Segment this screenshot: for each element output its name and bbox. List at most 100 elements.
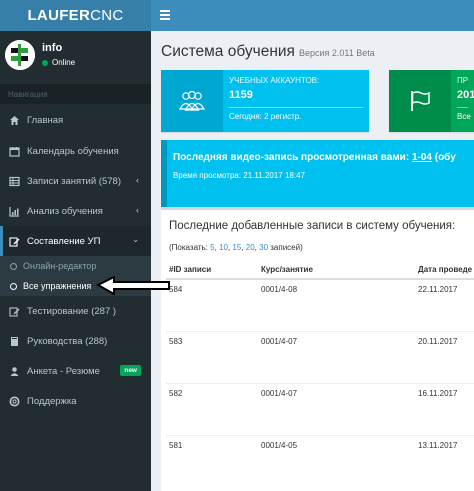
brand-logo[interactable]: LAUFER CNC [0,0,151,31]
page-size-link[interactable]: 10 [219,243,228,252]
table-cell: 13.11.2017 [415,434,474,487]
table-cell: 16.11.2017 [415,382,474,435]
table-row[interactable]: 584 0001/4-08 22.11.2017 [166,278,474,331]
sidebar-item-label: Главная [27,114,64,126]
table-row[interactable]: 583 0001/4-07 20.11.2017 [166,330,474,383]
chevron-left-icon: ‹ [136,205,139,215]
main-content: Система обучения Версия 2.011 Beta УЧЕБНЫ… [151,31,474,491]
user-icon [8,365,20,377]
info-box-desc: Все [457,112,471,121]
sidebar-item-guides[interactable]: Руководства (288) [0,326,151,356]
submenu-item-label: Все упражнения [23,281,92,291]
records-title: Последние добавленные записи в систему о… [169,220,456,232]
page-size-link[interactable]: 30 [259,243,268,252]
table-row[interactable]: 581 0001/4-05 13.11.2017 [166,434,474,487]
info-box-desc: Сегодня: 2 регистр. [229,112,302,121]
table-row[interactable]: 582 0001/4-07 16.11.2017 [166,382,474,435]
callout-video-link[interactable]: 1-04 [412,152,432,163]
records-page-size: (Показать: 5, 10, 15, 20, 30 записей) [169,243,303,252]
info-box-number: 201 [457,89,474,101]
sidebar-item-label: Поддержка [27,395,77,407]
home-icon [8,114,20,126]
info-box-label: ПР [457,76,469,85]
table-cell: 584 [166,278,258,331]
sidebar-item-label: Составление УП [27,235,101,247]
page-title-text: Система обучения [161,43,295,60]
sidebar-item-analysis[interactable]: Анализ обучения ‹ [0,196,151,226]
sidebar-item-label: Анкета - Резюме [27,365,100,377]
sidebar-item-label: Анализ обучения [27,205,103,217]
sidebar-item-resume[interactable]: Анкета - Резюме new [0,356,151,386]
recent-records-box: Последние добавленные записи в систему о… [161,207,474,491]
table-cell: 582 [166,382,258,435]
support-icon [8,395,20,407]
sidebar-item-label: Записи занятий (578) [27,175,121,187]
callout-subtitle: Время просмотра: 21.11.2017 18:47 [173,171,305,180]
hamburger-menu-icon[interactable] [160,10,170,22]
page-version: Версия 2.011 Beta [298,48,375,58]
sidebar-item-records[interactable]: Записи занятий (578) ‹ [0,166,151,196]
edit-icon [8,235,20,247]
table-cell: 583 [166,330,258,383]
column-header[interactable]: Дата проведе [415,260,474,280]
sidebar-menu: Навигация Главная Календарь обучения Зап… [0,84,151,416]
info-box-label: УЧЕБНЫХ АККАУНТОВ: [229,76,320,85]
user-status: Online [42,58,75,67]
flag-icon [389,70,451,132]
book-icon [8,335,20,347]
circle-icon [10,282,17,290]
column-header[interactable]: Курс/занятие [258,260,415,280]
sidebar-item-label: Тестирование (287 ) [27,305,117,317]
sidebar-item-label: Руководства (288) [27,335,108,347]
circle-icon [10,262,17,270]
sidebar-item-home[interactable]: Главная [0,104,151,136]
annotation-arrow-icon [96,276,170,296]
info-box-programs: ПР 201 Все [389,70,474,132]
sidebar-item-program[interactable]: Составление УП ⌄ [0,226,151,256]
callout-title-suffix: (обу [434,152,456,163]
user-name: info [42,42,63,54]
edit-icon [8,305,20,317]
brand-name-bold: LAUFER [27,7,91,24]
info-box-accounts: УЧЕБНЫХ АККАУНТОВ: 1159 Сегодня: 2 регис… [161,70,369,132]
table-cell: 0001/4-07 [258,330,415,383]
sidebar-item-calendar[interactable]: Календарь обучения [0,136,151,166]
chart-icon [8,205,20,217]
info-box-programs-body: ПР 201 Все [451,70,474,132]
chevron-left-icon: ‹ [136,175,139,185]
avatar-logo-icon [5,40,35,70]
user-status-label: Online [52,58,76,67]
sidebar-item-testing[interactable]: Тестирование (287 ) [0,296,151,326]
table-cell: 0001/4-08 [258,278,415,331]
callout-title-prefix: Последняя видео-запись просмотренная вам… [173,152,410,163]
info-box-number: 1159 [229,89,253,101]
page-size-link[interactable]: 5 [210,243,214,252]
table-cell: 20.11.2017 [415,330,474,383]
page-size-link[interactable]: 20 [246,243,255,252]
table-header-row: #ID записи Курс/занятие Дата проведе [166,260,474,280]
page-title: Система обучения Версия 2.011 Beta [161,43,375,61]
table-icon [8,175,20,187]
sidebar-nav-header: Навигация [0,84,151,104]
brand-name-thin: CNC [90,7,124,24]
online-dot-icon [42,59,48,66]
records-show-suffix: записей) [270,243,303,252]
table-cell: 581 [166,434,258,487]
submenu-item-online-editor[interactable]: Онлайн-редактор [0,256,151,276]
sidebar-item-label: Календарь обучения [27,145,119,157]
user-panel [0,31,151,84]
avatar [5,40,35,70]
records-table: #ID записи Курс/занятие Дата проведе 584… [166,260,474,487]
new-badge: new [120,365,141,376]
calendar-icon [8,145,20,157]
table-cell: 22.11.2017 [415,278,474,331]
info-box-accounts-body: УЧЕБНЫХ АККАУНТОВ: 1159 Сегодня: 2 регис… [223,70,369,132]
users-icon [161,70,223,132]
submenu-item-label: Онлайн-редактор [23,261,97,271]
records-show-prefix: (Показать: [169,243,208,252]
sidebar-item-support[interactable]: Поддержка [0,386,151,416]
table-cell: 0001/4-05 [258,434,415,487]
column-header[interactable]: #ID записи [166,260,258,280]
top-navbar [151,0,474,31]
page-size-link[interactable]: 15 [232,243,241,252]
